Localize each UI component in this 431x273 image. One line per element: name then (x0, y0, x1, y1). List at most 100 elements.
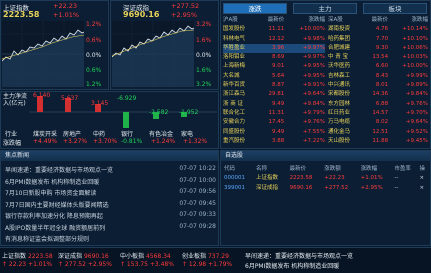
table-row[interactable]: 合肥城建 9.30 +10.06% (328, 44, 428, 53)
sz-gainers-table: 深A股 最新价 涨跌幅 湖南投资 4.76 +10.14% 哈药集团 7.70 +10.10… (328, 16, 428, 146)
tab-main-force[interactable]: 主力 (293, 3, 357, 14)
news-panel: 焦点新闻 早闻速递：重要经济数据与市场观点一览 07-07 10:22 6月PMI… (0, 150, 219, 246)
status-index-change: ↑ 12.98 +1.79% (182, 261, 233, 268)
status-index-change: ↑ 277.52 +2.95% (58, 261, 112, 268)
table-row[interactable]: 399001 深证成指 9690.16 +277.52 +2.95% -- × (224, 184, 428, 193)
status-index-change: ↑ 153.75 +3.48% (120, 261, 174, 268)
tab-sector[interactable]: 板块 (363, 3, 427, 14)
table-row[interactable]: 吉林森工 8.43 +9.99% (328, 72, 428, 81)
col-header[interactable]: 涨跌额 (324, 165, 360, 174)
news-ticker[interactable]: 6月PMI数据发布 机构称制造业回暖 (245, 261, 339, 270)
industry-label: 房地产 (63, 131, 82, 138)
news-item[interactable]: 6月PMI数据发布 机构称制造业回暖 07-07 10:00 (5, 177, 216, 189)
sh-intraday-chart (2, 21, 84, 87)
table-row[interactable]: 同盛股份 9.49 +7.55% (223, 128, 325, 137)
table-row[interactable]: 天山股份 11.88 +9.45% (328, 137, 428, 146)
col-header[interactable]: 深A股 (328, 16, 362, 25)
col-header[interactable]: 涨跌幅 (284, 16, 325, 25)
bar-value: 6.140 (33, 92, 51, 99)
watchlist-title: 自选股 (221, 151, 430, 161)
industry-pct: +3.27% (63, 138, 88, 145)
col-header[interactable]: 市盈率 (394, 165, 419, 174)
bar-value: -6.929 (117, 95, 137, 102)
table-row[interactable]: 哈药集团 7.70 +10.10% (328, 35, 428, 44)
table-row[interactable]: 沃华医药 6.60 +10.00% (328, 62, 428, 71)
news-list: 早闻速递：重要经济数据与市场观点一览 07-07 10:22 6月PMI数据发布 … (5, 165, 216, 246)
table-row[interactable]: 大名城 5.64 +9.95% (223, 72, 325, 81)
capital-flow-title: 主力净流入(亿元) (3, 93, 28, 107)
sz-intraday-chart (112, 21, 194, 87)
status-index[interactable]: 创业板指 737.29 (182, 251, 229, 260)
col-header[interactable]: 最新价 (290, 165, 325, 174)
bar-value: 5.637 (61, 95, 79, 102)
status-index[interactable]: 上证指数 2223.58 (2, 251, 53, 260)
table-row[interactable]: 宋都股份 14.36 +9.84% (328, 90, 428, 99)
news-item[interactable]: 有消息称证监会拟调整部分规则 (5, 234, 216, 246)
table-row[interactable]: 通化金马 12.51 +9.52% (328, 128, 428, 137)
col-header[interactable]: 涨跌幅 (361, 165, 395, 174)
table-row[interactable]: 洛阳钼业 8.69 +9.97% (223, 53, 325, 62)
table-row[interactable]: 000001 上证指数 2223.58 +22.23 +1.01% -- × (224, 174, 428, 183)
watchlist-panel: 自选股 代码 名称 最新价 涨跌额 涨跌幅 市盈率 操 000001 上证指数 22… (220, 150, 431, 246)
pct-row-label: 涨跌幅 (3, 140, 22, 147)
remove-icon[interactable]: × (420, 184, 428, 193)
col-header[interactable]: 沪A股 (223, 16, 258, 25)
tab-gainers[interactable]: 涨跌 (223, 3, 287, 14)
industry-label: 煤炭开采 (33, 131, 58, 138)
sz-axis-label: 3.2% (196, 81, 212, 88)
sz-index-panel[interactable]: 深证成指 +277.52 9690.16 +2.95% 3.2% 1.6% 0.… (110, 0, 219, 90)
watchlist-table: 代码 名称 最新价 涨跌额 涨跌幅 市盈率 操 000001 上证指数 2223.5… (224, 165, 428, 193)
table-row[interactable]: 安徽合力 17.45 +9.76% (223, 118, 325, 127)
sh-axis-label: 0.0% (86, 52, 102, 59)
table-row[interactable]: 中兴通讯 8.01 +9.89% (328, 81, 428, 90)
table-row[interactable]: 科林电气 12.12 +9.98% (223, 35, 325, 44)
sh-index-panel[interactable]: 上证指数 +22.23 2223.58 +1.01% 1.2% 0.6% 0.0… (0, 0, 109, 90)
status-index[interactable]: 中小板指 4568.34 (120, 251, 171, 260)
table-row[interactable]: 上海新梅 9.01 +9.95% (223, 62, 325, 71)
col-header[interactable]: 操 (420, 165, 428, 174)
news-item[interactable]: 早闻速递：重要经济数据与市场观点一览 07-07 10:22 (5, 165, 216, 177)
table-row[interactable]: 重汽股份 3.88 +7.22% (223, 137, 325, 146)
news-item[interactable]: 7月10日新股申购 市场资金面解读 07-07 09:56 (5, 188, 216, 200)
col-header[interactable]: 最新价 (258, 16, 285, 25)
status-index-change: ↑ 22.23 +1.01% (2, 261, 53, 268)
sz-axis-label: 1.6% (196, 67, 212, 74)
remove-icon[interactable]: × (420, 174, 428, 183)
table-row[interactable]: 东方园林 6.88 +9.76% (328, 100, 428, 109)
col-header[interactable]: 涨跌幅 (388, 16, 428, 25)
sh-axis-label: 1.2% (86, 21, 102, 28)
news-item[interactable]: 7月7日国内主要财经媒体头版要闻精选 07-07 09:45 (5, 200, 216, 212)
news-item[interactable]: A股IPO数量半年冠全球 融资额居前列 07-07 09:28 (5, 223, 216, 235)
col-header[interactable]: 代码 (224, 165, 256, 174)
table-row[interactable]: 华胜盈业 3.96 +9.97% (223, 43, 325, 54)
sh-axis-label: 0.6% (86, 67, 102, 74)
table-row[interactable]: 浙江森马 29.81 +9.64% (223, 90, 325, 99)
status-index[interactable]: 深证成指 9690.16 (58, 251, 109, 260)
industry-label: 银行 (121, 131, 134, 138)
bar-bank (123, 112, 129, 128)
table-row[interactable]: 湖南投资 4.76 +10.14% (328, 25, 428, 34)
sz-index-change: +277.52 (171, 2, 200, 10)
sz-index-value: 9690.16 (123, 10, 160, 19)
sh-index-value: 2223.58 (3, 10, 40, 19)
table-row[interactable]: 新华百货 8.87 +9.91% (223, 81, 325, 90)
industry-pct: +1.32% (183, 138, 208, 145)
table-row[interactable]: 万马电缆 8.02 +9.64% (328, 118, 428, 127)
news-item[interactable]: 银行存款利率加速分化 降息预期再起 07-07 09:33 (5, 211, 216, 223)
news-title: 焦点新闻 (1, 151, 218, 161)
table-row[interactable]: 中 青 宝 13.54 +10.03% (328, 53, 428, 62)
industry-pct: +4.49% (33, 138, 58, 145)
col-header[interactable]: 名称 (256, 165, 290, 174)
table-row[interactable]: 国发股份 11.11 +10.00% (223, 25, 325, 34)
industry-pct: -0.81% (121, 138, 143, 145)
table-row[interactable]: 浙 商 证 9.49 +9.84% (223, 100, 325, 109)
sh-axis-label: 0.6% (86, 37, 102, 44)
industry-label: 有色冶金 (149, 131, 174, 138)
table-row[interactable]: 红日药业 14.57 +9.70% (328, 109, 428, 118)
sz-axis-label: 3.2% (196, 21, 212, 28)
news-ticker[interactable]: 早间速递：重要经济数据与市场观点一览 (245, 251, 353, 260)
bar-value: 3.145 (91, 100, 109, 107)
table-row[interactable]: 联合化工 11.31 +9.79% (223, 109, 325, 118)
col-header[interactable]: 最新价 (362, 16, 389, 25)
ranking-panel: 涨跌 主力 板块 沪A股 最新价 涨跌幅 国发股份 11.11 +10.00% 科林电气… (220, 0, 431, 149)
